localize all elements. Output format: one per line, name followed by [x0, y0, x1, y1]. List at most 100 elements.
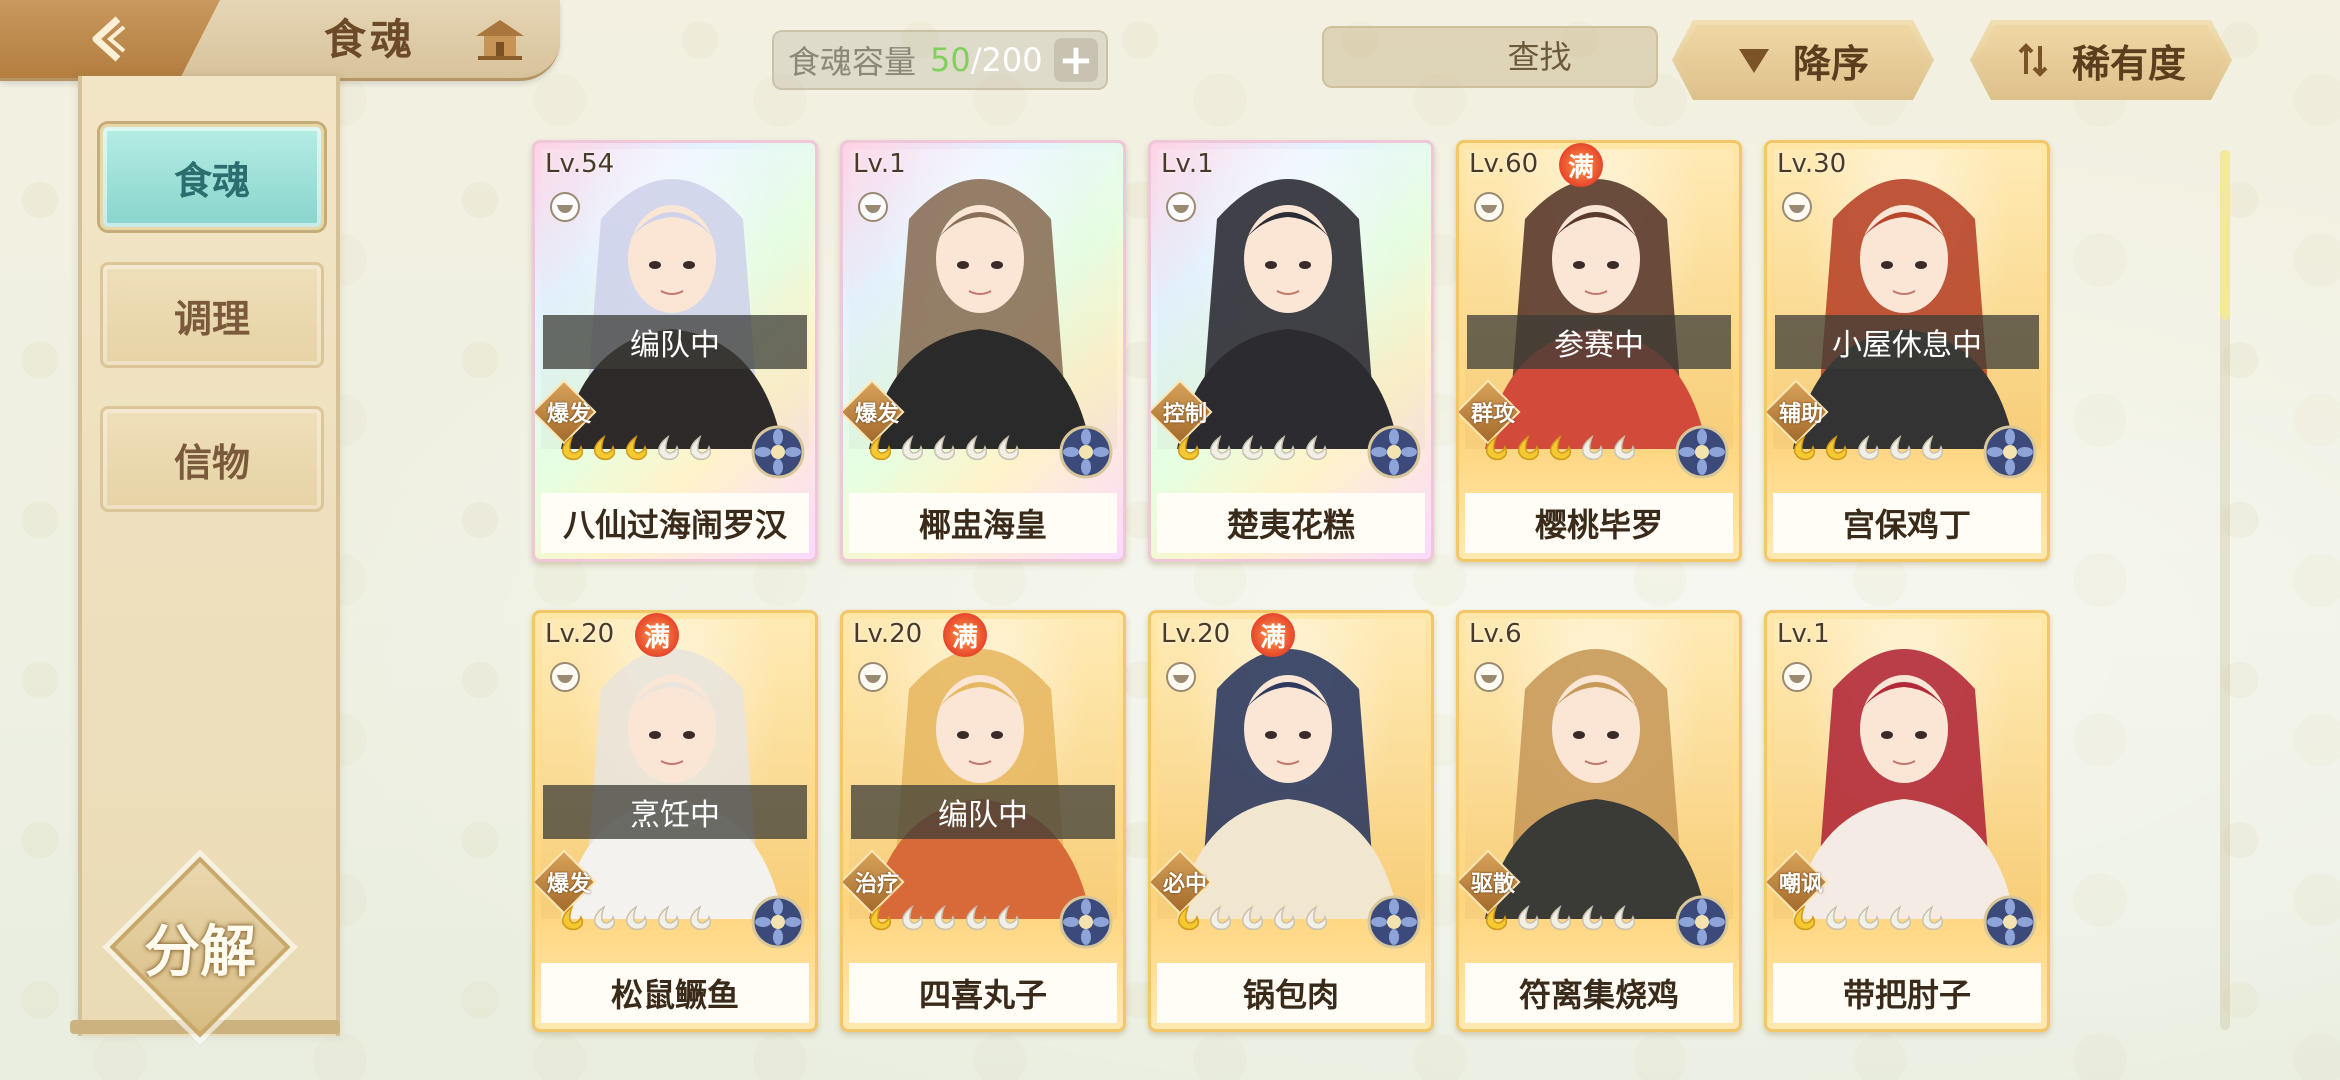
- tab-label: 食魂: [173, 157, 250, 203]
- food-soul-card[interactable]: Lv.20 满 烹饪中 爆发 松鼠鳜鱼: [532, 610, 818, 1032]
- star-filled-icon: [561, 435, 584, 461]
- bowl-icon: [858, 192, 888, 222]
- star-empty-icon: [1613, 905, 1636, 931]
- star-empty-icon: [689, 435, 712, 461]
- element-emblem-icon: [751, 425, 805, 479]
- food-soul-card[interactable]: Lv.30 小屋休息中 辅助 宫保鸡丁: [1764, 140, 2050, 562]
- status-banner: 小屋休息中: [1775, 315, 2039, 369]
- add-capacity-button[interactable]: +: [1054, 38, 1098, 82]
- element-emblem-icon: [1367, 425, 1421, 479]
- food-soul-card[interactable]: Lv.1 控制 楚夷花糕: [1148, 140, 1434, 562]
- level-label: Lv.1: [1161, 149, 1214, 179]
- house-icon[interactable]: [472, 14, 528, 62]
- star-empty-icon: [657, 905, 680, 931]
- food-soul-name: 带把肘子: [1842, 976, 1971, 1014]
- food-soul-card[interactable]: Lv.1 嘲讽 带把肘子: [1764, 610, 2050, 1032]
- back-arrow-icon: [92, 16, 126, 62]
- search-box[interactable]: [1322, 26, 1741, 88]
- food-soul-name: 樱桃毕罗: [1534, 506, 1663, 544]
- role-label: 爆发: [854, 402, 899, 427]
- decompose-button[interactable]: 分解: [109, 856, 291, 1038]
- sort-rarity-button[interactable]: 稀有度: [1970, 20, 2232, 100]
- max-level-label: 满: [1567, 152, 1594, 183]
- sort-order-button[interactable]: 降序: [1672, 20, 1934, 100]
- star-empty-icon: [1889, 905, 1912, 931]
- star-filled-icon: [1485, 905, 1508, 931]
- star-rating: [1481, 435, 1639, 461]
- food-soul-name: 符离集烧鸡: [1518, 976, 1679, 1014]
- star-rating: [865, 905, 1023, 931]
- scrollbar[interactable]: [2220, 150, 2230, 1030]
- status-banner: 编队中: [543, 315, 807, 369]
- level-label: Lv.1: [1777, 619, 1830, 649]
- star-filled-icon: [1825, 435, 1848, 461]
- card-name-bar: 宫保鸡丁: [1773, 493, 2041, 553]
- star-empty-icon: [1305, 905, 1328, 931]
- star-rating: [1173, 435, 1331, 461]
- max-level-label: 满: [1259, 622, 1286, 653]
- star-empty-icon: [1581, 435, 1604, 461]
- role-label: 治疗: [854, 872, 899, 897]
- tab-conditioning[interactable]: 调理: [100, 262, 324, 368]
- star-filled-icon: [1793, 905, 1816, 931]
- sort-rarity-label: 稀有度: [2071, 41, 2186, 86]
- tab-tokens[interactable]: 信物: [100, 406, 324, 512]
- capacity-max: 200: [981, 41, 1043, 79]
- max-level-label: 满: [951, 622, 978, 653]
- food-soul-name: 八仙过海闹罗汉: [562, 506, 787, 544]
- max-level-badge: 满: [943, 613, 987, 657]
- capacity-current: 50: [930, 41, 971, 79]
- star-empty-icon: [997, 435, 1020, 461]
- bowl-icon: [1782, 662, 1812, 692]
- role-tag: 爆发: [535, 379, 597, 445]
- star-empty-icon: [965, 435, 988, 461]
- level-label: Lv.20: [853, 619, 923, 649]
- food-soul-card[interactable]: Lv.20 满 必中 锅包肉: [1148, 610, 1434, 1032]
- food-soul-card[interactable]: Lv.1 爆发 椰盅海皇: [840, 140, 1126, 562]
- star-rating: [1173, 905, 1331, 931]
- star-empty-icon: [593, 905, 616, 931]
- star-empty-icon: [1921, 435, 1944, 461]
- food-soul-card[interactable]: Lv.6 驱散 符离集烧鸡: [1456, 610, 1742, 1032]
- card-name-bar: 四喜丸子: [849, 963, 1117, 1023]
- card-name-bar: 樱桃毕罗: [1465, 493, 1733, 553]
- level-label: Lv.6: [1469, 619, 1522, 649]
- star-rating: [1789, 905, 1947, 931]
- food-soul-card[interactable]: Lv.20 满 编队中 治疗 四喜丸子: [840, 610, 1126, 1032]
- page-title: 食魂: [323, 14, 416, 64]
- star-filled-icon: [1177, 435, 1200, 461]
- status-label: 小屋休息中: [1832, 328, 1982, 363]
- element-emblem-icon: [1675, 895, 1729, 949]
- status-label: 烹饪中: [630, 798, 720, 833]
- triangle-down-icon: [1738, 49, 1769, 73]
- star-empty-icon: [1241, 905, 1264, 931]
- food-soul-grid: Lv.54 编队中 爆发 八仙过海闹罗汉 Lv.1 爆发 椰盅海皇 Lv.1 控…: [532, 140, 2052, 1032]
- tab-food-souls[interactable]: 食魂: [100, 124, 324, 230]
- star-filled-icon: [1793, 435, 1816, 461]
- bowl-icon: [1166, 662, 1196, 692]
- element-emblem-icon: [1367, 895, 1421, 949]
- sort-arrows-icon: [2018, 43, 2048, 77]
- status-label: 参赛中: [1554, 328, 1644, 363]
- max-level-label: 满: [643, 622, 670, 653]
- food-soul-card[interactable]: Lv.60 满 参赛中 群攻 樱桃毕罗: [1456, 140, 1742, 562]
- star-rating: [1481, 905, 1639, 931]
- plus-icon: +: [1058, 35, 1094, 84]
- tab-label: 调理: [173, 295, 250, 341]
- food-soul-card[interactable]: Lv.54 编队中 爆发 八仙过海闹罗汉: [532, 140, 818, 562]
- star-empty-icon: [1921, 905, 1944, 931]
- star-filled-icon: [1549, 435, 1572, 461]
- card-name-bar: 八仙过海闹罗汉: [541, 493, 809, 553]
- element-emblem-icon: [751, 895, 805, 949]
- food-soul-name: 四喜丸子: [918, 976, 1047, 1014]
- status-banner: 参赛中: [1467, 315, 1731, 369]
- bowl-icon: [550, 662, 580, 692]
- role-label: 必中: [1162, 872, 1207, 897]
- scrollbar-thumb[interactable]: [2220, 150, 2230, 320]
- role-tag: 群攻: [1459, 379, 1521, 445]
- bowl-icon: [1166, 192, 1196, 222]
- role-label: 辅助: [1778, 402, 1823, 427]
- food-soul-name: 松鼠鳜鱼: [610, 976, 739, 1014]
- status-banner: 烹饪中: [543, 785, 807, 839]
- max-level-badge: 满: [635, 613, 679, 657]
